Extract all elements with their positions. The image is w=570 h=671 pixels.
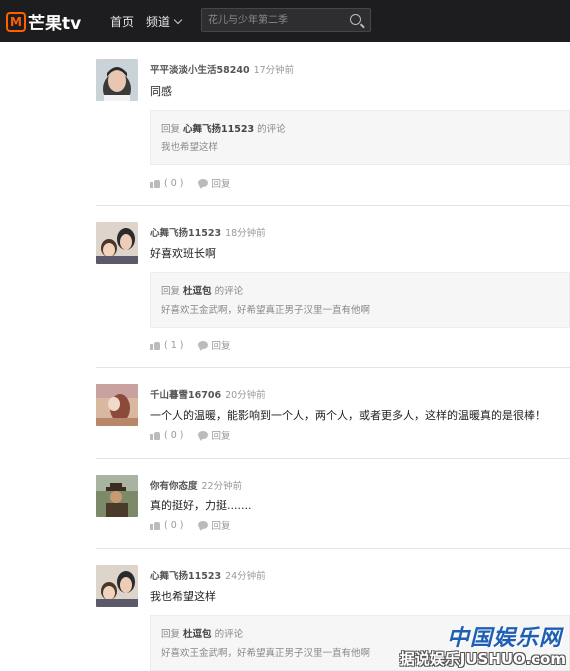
chevron-down-icon [173,15,183,25]
search-input[interactable] [208,12,343,28]
search-box [201,8,371,32]
reply-header: 回复 心舞飞扬11523 的评论 [161,121,286,135]
thumbs-up-icon[interactable] [150,431,160,440]
reply-target-user[interactable]: 心舞飞扬11523 [183,124,254,135]
comment-actions: ( 0 ) 回复 [150,176,231,190]
top-nav-bar: M 芒果tv 首页 频道 [0,0,570,42]
timestamp: 20分钟前 [225,390,266,401]
avatar-photo [96,565,138,607]
username[interactable]: 千山暮雪16706 [150,390,221,401]
timestamp: 22分钟前 [201,481,243,492]
avatar-photo [96,222,138,264]
speech-bubble-icon[interactable] [197,179,208,189]
avatar-photo [96,59,138,101]
reply-prefix: 回复 [161,286,181,297]
like-count[interactable]: ( 0 ) [164,178,184,189]
avatar[interactable] [96,565,138,607]
comment-actions: ( 0 ) 回复 [150,428,231,442]
reply-suffix: 的评论 [214,286,244,297]
username[interactable]: 心舞飞扬11523 [150,228,221,239]
comment-text: 好喜欢班长啊 [150,247,216,260]
reply-body: 好喜欢王金武啊，好希望真正男子汉里一直有他啊 [161,648,371,659]
avatar[interactable] [96,475,138,517]
logo-text: 芒果tv [28,14,82,34]
nav-channels[interactable]: 频道 [146,13,183,30]
reply-prefix: 回复 [161,124,181,135]
reply-header: 回复 杜逗包 的评论 [161,626,243,640]
quoted-reply: 回复 心舞飞扬11523 的评论 我也希望这样 [150,110,570,165]
comment-header: 你有你态度 22分钟前 [150,478,242,492]
speech-bubble-icon[interactable] [197,431,208,441]
comment-text: 真的挺好，力挺....... [150,499,252,512]
thumbs-up-icon[interactable] [150,341,160,350]
avatar-photo [96,384,138,426]
comment-text: 同感 [150,85,172,98]
comment-header: 千山暮雪16706 20分钟前 [150,387,266,401]
reply-button[interactable]: 回复 [212,428,231,442]
speech-bubble-icon[interactable] [197,341,208,351]
reply-target-user[interactable]: 杜逗包 [183,629,212,640]
mango-tv-logo[interactable]: M 芒果tv [6,9,81,34]
reply-suffix: 的评论 [214,629,244,640]
reply-prefix: 回复 [161,629,181,640]
avatar[interactable] [96,384,138,426]
speech-bubble-icon[interactable] [197,521,208,531]
divider [96,205,570,206]
avatar[interactable] [96,222,138,264]
timestamp: 17分钟前 [253,65,295,76]
thumbs-up-icon[interactable] [150,521,160,530]
comment-text: 一个人的温暖，能影响到一个人，两个人，或者更多人，这样的温暖真的是很棒！ [150,409,546,422]
site-watermark: 中国娱乐网 据说娱乐JUSHUO.com [378,620,570,671]
reply-suffix: 的评论 [257,124,286,135]
comment-actions: ( 1 ) 回复 [150,338,231,352]
reply-body: 好喜欢王金武啊，好希望真正男子汉里一直有他啊 [161,305,371,316]
like-count[interactable]: ( 0 ) [164,520,184,531]
comment-header: 心舞飞扬11523 24分钟前 [150,568,266,582]
divider [96,548,570,549]
reply-button[interactable]: 回复 [212,338,231,352]
avatar[interactable] [96,59,138,101]
comment-actions: ( 0 ) 回复 [150,518,231,532]
timestamp: 18分钟前 [225,228,266,239]
divider [96,367,570,368]
thumbs-up-icon[interactable] [150,179,160,188]
comment-header: 平平淡淡小生活58240 17分钟前 [150,62,294,76]
nav-home[interactable]: 首页 [110,13,134,30]
username[interactable]: 你有你态度 [150,481,198,492]
reply-button[interactable]: 回复 [212,518,231,532]
logo-mark: M [6,11,26,32]
comment-text: 我也希望这样 [150,590,216,603]
comment-header: 心舞飞扬11523 18分钟前 [150,225,266,239]
username[interactable]: 平平淡淡小生活58240 [150,65,250,76]
timestamp: 24分钟前 [225,571,266,582]
reply-target-user[interactable]: 杜逗包 [183,286,212,297]
reply-body: 我也希望这样 [161,142,219,153]
like-count[interactable]: ( 0 ) [164,430,184,441]
nav-channels-label: 频道 [146,15,171,29]
reply-button[interactable]: 回复 [212,176,231,190]
divider [96,458,570,459]
username[interactable]: 心舞飞扬11523 [150,571,221,582]
like-count[interactable]: ( 1 ) [164,340,184,351]
avatar-photo [96,475,138,517]
quoted-reply: 回复 杜逗包 的评论 好喜欢王金武啊，好希望真正男子汉里一直有他啊 [150,272,570,328]
search-icon[interactable] [350,14,361,25]
reply-header: 回复 杜逗包 的评论 [161,283,243,297]
watermark-sub: 据说娱乐JUSHUO.com [399,650,566,668]
